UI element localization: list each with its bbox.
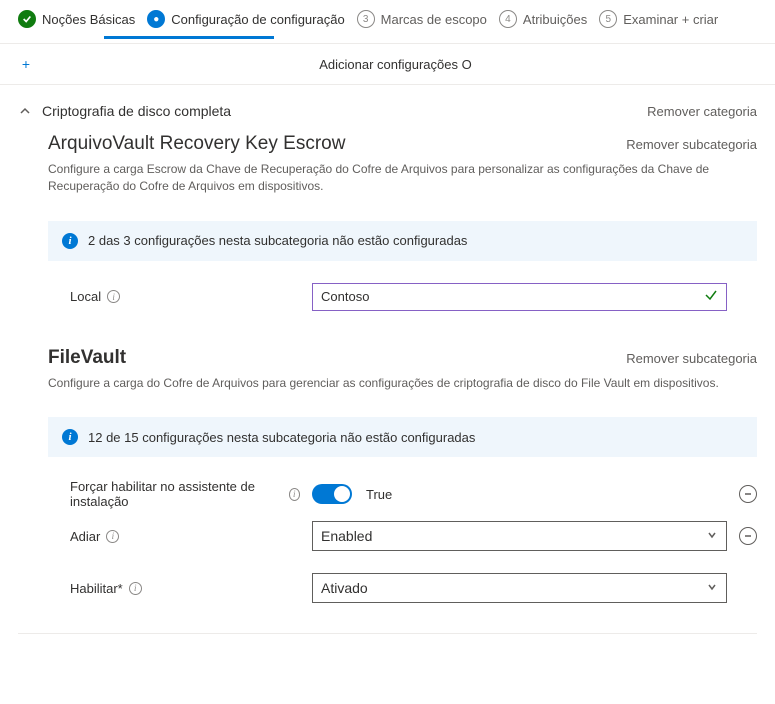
chevron-up-icon[interactable] (18, 104, 32, 118)
step-config[interactable]: ● Configuração de configuração (147, 10, 344, 28)
select-value: Enabled (321, 528, 372, 544)
info-banner-text: 2 das 3 configurações nesta subcategoria… (88, 233, 467, 248)
info-icon[interactable]: i (106, 530, 119, 543)
setting-label: Habilitar* (70, 581, 123, 596)
subcategory-title: ArquivoVault Recovery Key Escrow (48, 133, 626, 155)
info-banner: i 2 das 3 configurações nesta subcategor… (48, 221, 757, 261)
local-input[interactable]: Contoso (312, 283, 727, 311)
step-number-icon: ● (147, 10, 165, 28)
info-banner: i 12 de 15 configurações nesta subcatego… (48, 417, 757, 457)
info-icon: i (62, 429, 78, 445)
subcategory-title: FileVault (48, 347, 626, 369)
remove-subcategory-button[interactable]: Remover subcategoria (626, 351, 757, 366)
category-title: Criptografia de disco completa (42, 103, 637, 119)
step-label: Atribuições (523, 12, 587, 27)
divider (18, 633, 757, 634)
select-value: Ativado (321, 580, 368, 596)
step-basics[interactable]: Noções Básicas (18, 10, 135, 28)
chevron-down-icon (706, 529, 718, 544)
input-value: Contoso (321, 289, 369, 304)
step-label: Examinar + criar (623, 12, 718, 27)
add-settings-label: Adicionar configurações O (34, 57, 757, 72)
adiar-select[interactable]: Enabled (312, 521, 727, 551)
info-icon[interactable]: i (107, 290, 120, 303)
remove-setting-button[interactable] (739, 527, 757, 545)
subcategory-description: Configure a carga Escrow da Chave de Rec… (48, 161, 757, 195)
step-number-icon: 5 (599, 10, 617, 28)
check-icon (18, 10, 36, 28)
step-label: Marcas de escopo (381, 12, 487, 27)
active-step-indicator (104, 36, 274, 39)
add-settings-row[interactable]: + Adicionar configurações O (0, 44, 775, 85)
force-enable-toggle[interactable] (312, 484, 352, 504)
wizard-stepper: Noções Básicas ● Configuração de configu… (0, 0, 775, 28)
setting-label: Forçar habilitar no assistente de instal… (70, 479, 283, 509)
step-label: Configuração de configuração (171, 12, 344, 27)
habilitar-select[interactable]: Ativado (312, 573, 727, 603)
step-review-create[interactable]: 5 Examinar + criar (599, 10, 718, 28)
step-number-icon: 4 (499, 10, 517, 28)
info-banner-text: 12 de 15 configurações nesta subcategori… (88, 430, 475, 445)
step-number-icon: 3 (357, 10, 375, 28)
setting-force-enable: Forçar habilitar no assistente de instal… (0, 473, 775, 515)
toggle-value-text: True (366, 487, 392, 502)
subcategory-description: Configure a carga do Cofre de Arquivos p… (48, 375, 757, 392)
remove-category-button[interactable]: Remover categoria (647, 104, 757, 119)
plus-icon: + (18, 56, 34, 72)
category-header: Criptografia de disco completa Remover c… (0, 85, 775, 125)
setting-habilitar: Habilitar* i Ativado (0, 567, 775, 609)
remove-setting-button[interactable] (739, 485, 757, 503)
remove-subcategory-button[interactable]: Remover subcategoria (626, 137, 757, 152)
subcategory-recovery-key: ArquivoVault Recovery Key Escrow Remover… (0, 125, 775, 201)
check-icon (704, 288, 718, 305)
subcategory-filevault: FileVault Remover subcategoria Configure… (0, 339, 775, 398)
step-label: Noções Básicas (42, 12, 135, 27)
step-assignments[interactable]: 4 Atribuições (499, 10, 587, 28)
setting-adiar: Adiar i Enabled (0, 515, 775, 557)
step-scope-tags[interactable]: 3 Marcas de escopo (357, 10, 487, 28)
info-icon[interactable]: i (289, 488, 300, 501)
setting-label: Local (70, 289, 101, 304)
info-icon: i (62, 233, 78, 249)
setting-label: Adiar (70, 529, 100, 544)
chevron-down-icon (706, 581, 718, 596)
info-icon[interactable]: i (129, 582, 142, 595)
setting-local: Local i Contoso (0, 277, 775, 317)
